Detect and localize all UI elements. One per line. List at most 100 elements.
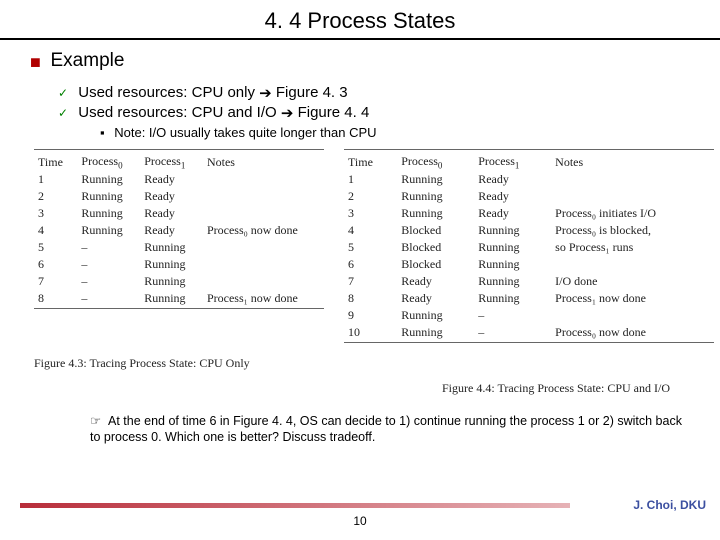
cell: Running xyxy=(474,222,551,239)
col-p0: Process0 xyxy=(397,153,474,171)
cell-note xyxy=(203,239,324,256)
cell: Running xyxy=(397,324,474,341)
cell: 6 xyxy=(34,256,77,273)
table-row: 3RunningReady xyxy=(34,205,324,222)
cell-note: I/O done xyxy=(551,273,714,290)
table-row: 2RunningReady xyxy=(34,188,324,205)
cell: Running xyxy=(77,188,140,205)
cell: Running xyxy=(77,222,140,239)
caption-4-3: Figure 4.3: Tracing Process State: CPU O… xyxy=(34,356,700,371)
cell: Ready xyxy=(474,188,551,205)
table-row: 5–Running xyxy=(34,239,324,256)
author-label: J. Choi, DKU xyxy=(633,498,706,512)
cell: Running xyxy=(77,171,140,188)
col-p1: Process1 xyxy=(474,153,551,171)
cell-note xyxy=(551,188,714,205)
cell-note xyxy=(203,256,324,273)
cell: Running xyxy=(77,205,140,222)
cell: Running xyxy=(140,290,203,307)
col-p1: Process1 xyxy=(140,153,203,171)
note-text: Note: I/O usually takes quite longer tha… xyxy=(114,125,376,140)
square-small-icon: ▪ xyxy=(100,125,105,140)
square-bullet-icon: ■ xyxy=(30,52,41,72)
cell: – xyxy=(77,273,140,290)
cell-note: Process₁ now done xyxy=(551,290,714,307)
table-row: 7–Running xyxy=(34,273,324,290)
cell: Running xyxy=(397,205,474,222)
table-row: 9Running– xyxy=(344,307,714,324)
slide-content: ■ Example ✓ Used resources: CPU only ➔ F… xyxy=(0,50,720,446)
conclusion-text: At the end of time 6 in Figure 4. 4, OS … xyxy=(90,414,682,444)
cell-note: so Process₁ runs xyxy=(551,239,714,256)
cell: Ready xyxy=(140,171,203,188)
cell: Running xyxy=(474,290,551,307)
bullet-text: Used resources: CPU and I/O xyxy=(78,104,281,121)
table-row: 10Running–Process₀ now done xyxy=(344,324,714,341)
table-row: 8–RunningProcess₁ now done xyxy=(34,290,324,307)
cell: Ready xyxy=(140,205,203,222)
cell: – xyxy=(77,290,140,307)
cell: Ready xyxy=(474,205,551,222)
cell: 4 xyxy=(344,222,397,239)
col-time: Time xyxy=(34,153,77,171)
cell: 8 xyxy=(34,290,77,307)
cell: Running xyxy=(474,239,551,256)
arrow-icon: ➔ xyxy=(281,104,294,122)
cell: 3 xyxy=(344,205,397,222)
table-row: 2RunningReady xyxy=(344,188,714,205)
cell-note xyxy=(203,171,324,188)
cell-note xyxy=(551,256,714,273)
table-row: 8ReadyRunningProcess₁ now done xyxy=(344,290,714,307)
table-4-3: Time Process0 Process1 Notes 1RunningRea… xyxy=(34,153,324,307)
table-row: 7ReadyRunningI/O done xyxy=(344,273,714,290)
cell: – xyxy=(474,324,551,341)
bullet-text: Figure 4. 4 xyxy=(298,104,370,121)
figure-4-3: Time Process0 Process1 Notes 1RunningRea… xyxy=(34,148,324,346)
table-row: 6BlockedRunning xyxy=(344,256,714,273)
cell: 7 xyxy=(344,273,397,290)
col-p0: Process0 xyxy=(77,153,140,171)
arrow-icon: ➔ xyxy=(259,84,272,102)
figures-row: Time Process0 Process1 Notes 1RunningRea… xyxy=(34,148,696,346)
conclusion: ☞ At the end of time 6 in Figure 4. 4, O… xyxy=(90,414,690,445)
cell: 1 xyxy=(344,171,397,188)
cell: 3 xyxy=(34,205,77,222)
table-row: 5BlockedRunningso Process₁ runs xyxy=(344,239,714,256)
col-notes: Notes xyxy=(203,153,324,171)
bullet-text: Used resources: CPU only xyxy=(78,84,259,101)
bullet-text: Figure 4. 3 xyxy=(276,84,348,101)
cell-note xyxy=(551,307,714,324)
cell: Running xyxy=(397,188,474,205)
cell: 4 xyxy=(34,222,77,239)
cell: 6 xyxy=(344,256,397,273)
cell: Running xyxy=(140,256,203,273)
check-icon: ✓ xyxy=(58,106,68,120)
table-4-4: Time Process0 Process1 Notes 1RunningRea… xyxy=(344,153,714,341)
cell: Ready xyxy=(474,171,551,188)
cell: 5 xyxy=(344,239,397,256)
cell-note: Process₁ now done xyxy=(203,290,324,307)
cell: – xyxy=(77,256,140,273)
example-heading: ■ Example xyxy=(30,50,700,73)
cell: 1 xyxy=(34,171,77,188)
cell: Blocked xyxy=(397,256,474,273)
footer-bar xyxy=(20,503,570,508)
cell: Running xyxy=(140,273,203,290)
note-line: ▪ Note: I/O usually takes quite longer t… xyxy=(100,125,700,140)
cell: 8 xyxy=(344,290,397,307)
pointing-hand-icon: ☞ xyxy=(90,414,101,428)
cell-note: Process₀ initiates I/O xyxy=(551,205,714,222)
cell: – xyxy=(474,307,551,324)
cell-note xyxy=(203,205,324,222)
table-row: 4BlockedRunningProcess₀ is blocked, xyxy=(344,222,714,239)
cell: 10 xyxy=(344,324,397,341)
cell-note xyxy=(203,273,324,290)
figure-4-4: Time Process0 Process1 Notes 1RunningRea… xyxy=(344,148,714,346)
page-number: 10 xyxy=(0,514,720,528)
example-label: Example xyxy=(51,50,125,71)
table-row: 6–Running xyxy=(34,256,324,273)
cell: Blocked xyxy=(397,222,474,239)
col-notes: Notes xyxy=(551,153,714,171)
cell: Running xyxy=(474,256,551,273)
cell: Ready xyxy=(397,273,474,290)
